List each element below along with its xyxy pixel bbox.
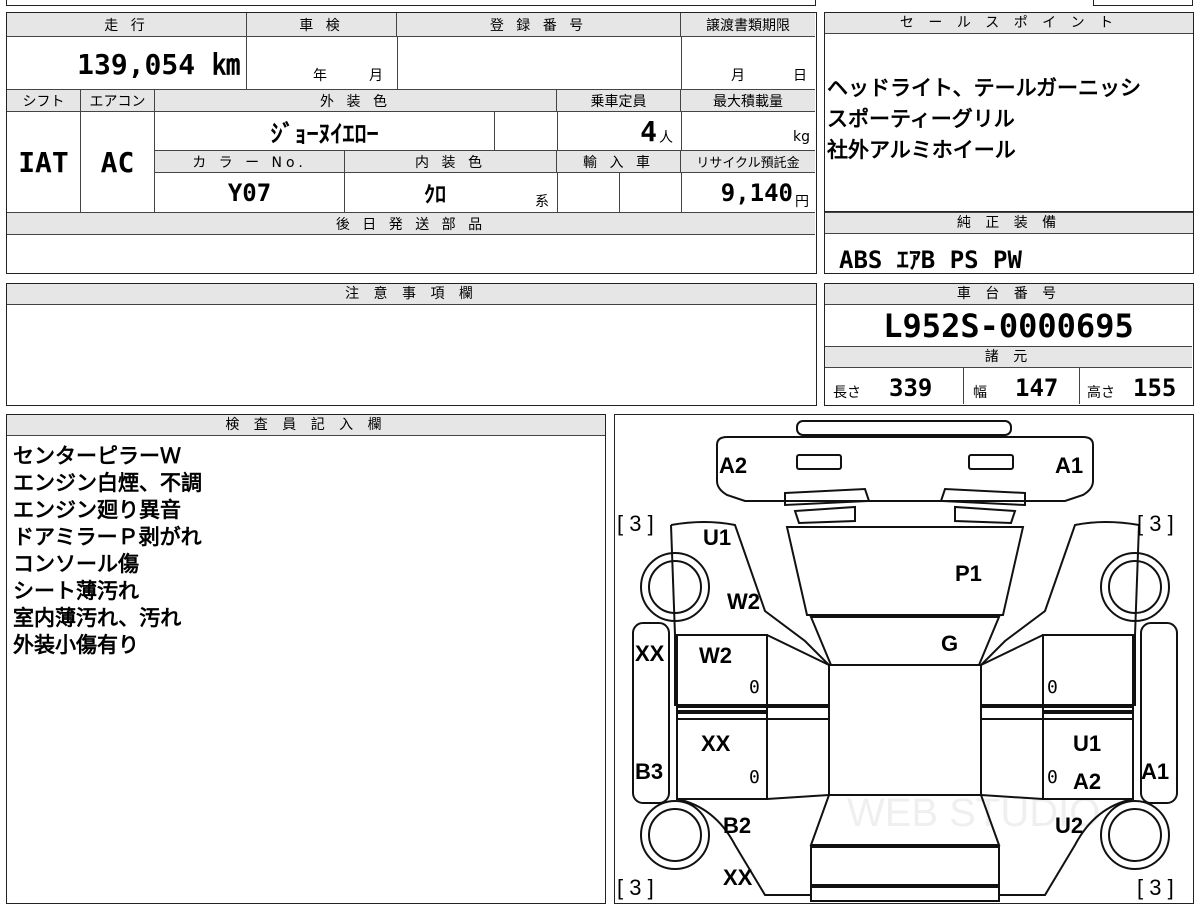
sales-point-list: ヘッドライト、テールガーニッシ スポーティーグリル 社外アルミホイール [827,75,1141,164]
int-color-suffix: 系 [535,194,549,210]
ext-color-value: ｼﾞｮｰﾇｲｴﾛｰ [155,112,495,150]
chassis-header: 車 台 番 号 [825,284,1193,305]
inspector-line: コンソール傷 [13,552,139,576]
damage-label: A1 [1141,759,1170,784]
vehicle-info-grid: 走 行 車 検 登 録 番 号 譲渡書類期限 139,054 ㎞ 年 月 月 日… [6,12,817,274]
length-label: 長さ [833,385,861,401]
inspector-line: エンジン廻り異音 [13,498,181,522]
ac-header: エアコン [81,90,155,112]
sales-point-line: ヘッドライト、テールガーニッシ [827,76,1141,100]
mileage-value: 139,054 ㎞ [7,37,247,89]
load-unit: kg [793,129,810,145]
sales-point-line: スポーティーグリル [827,107,1015,131]
damage-label: XX [635,641,665,666]
equipment-header: 純 正 装 備 [825,212,1193,234]
car-diagram-box: A2 A1 [ 3 ] [ 3 ] U1 P1 W2 G XX W2 XX B3… [614,414,1194,904]
load-header: 最大積載量 [681,90,815,112]
damage-label: U1 [1073,731,1102,756]
inspector-line: 室内薄汚れ、汚れ [13,606,182,630]
recycle-value: 9,140 [720,178,793,207]
later-parts-header: 後 日 発 送 部 品 [7,213,815,235]
damage-label: W2 [727,589,760,614]
inspector-line: センターピラーＷ [13,444,181,468]
height-value: 155 [1133,374,1177,402]
recycle-header: リサイクル預託金 [681,151,815,173]
notes-header: 注 意 事 項 欄 [7,284,816,305]
damage-label: B2 [723,813,752,838]
top-cutoff-strip [6,0,816,6]
inspector-header: 検 査 員 記 入 欄 [7,415,605,436]
chassis-number: L952S-0000695 [883,307,1134,345]
damage-label: P1 [955,561,982,586]
damage-label: [ 3 ] [1137,875,1174,900]
color-no-value: Y07 [155,173,345,212]
inspection-year: 年 [313,68,327,84]
sales-point-header: セ ー ル ス ポ イ ン ト [825,13,1193,34]
door-zero: 0 [1047,677,1058,698]
color-no-header: カ ラ ー No. [155,151,345,173]
import-header: 輸 入 車 [557,151,681,173]
deadline-day: 日 [793,68,807,84]
recycle-unit: 円 [795,194,809,210]
inspector-line: ドアミラーＰ剥がれ [13,525,202,549]
damage-label: XX [723,865,753,890]
inspector-line: 外装小傷有り [13,633,139,657]
mileage-header: 走 行 [7,13,247,37]
int-color-header: 内 装 色 [345,151,557,173]
damage-label: [ 3 ] [1137,511,1174,536]
inspector-line: シート薄汚れ [13,579,139,603]
damage-label: XX [701,731,731,756]
damage-label: W2 [699,643,732,668]
top-cutoff-strip-right [1093,0,1193,6]
door-zero: 0 [749,767,760,788]
deadline-month: 月 [731,68,745,84]
door-zero: 0 [1047,767,1058,788]
sales-point-line: 社外アルミホイール [827,138,1016,162]
ac-value: AC [81,112,155,212]
spec-header: 諸 元 [825,346,1192,368]
width-value: 147 [1015,374,1059,402]
door-zero: 0 [749,677,760,698]
equipment-box: 純 正 装 備 ABS ｴｱB PS PW [824,212,1194,274]
deadline-header: 譲渡書類期限 [681,13,815,37]
height-label: 高さ [1087,385,1115,401]
inspector-list: センターピラーＷ エンジン白煙、不調 エンジン廻り異音 ドアミラーＰ剥がれ コン… [13,443,202,659]
inspection-month: 月 [369,68,383,84]
width-label: 幅 [973,385,987,401]
int-color-value: ｸﾛ [423,182,446,208]
length-value: 339 [889,374,933,402]
shift-header: シフト [7,90,81,112]
damage-label: [ 3 ] [617,875,654,900]
damage-label: U1 [703,525,732,550]
capacity-header: 乗車定員 [557,90,681,112]
shift-value: IAT [7,112,81,212]
inspector-box: 検 査 員 記 入 欄 センターピラーＷ エンジン白煙、不調 エンジン廻り異音 … [6,414,606,904]
watermark: WEB STUDIO [847,791,1101,835]
inspector-line: エンジン白煙、不調 [13,471,202,495]
damage-label: A1 [1055,453,1084,478]
damage-label: [ 3 ] [617,511,654,536]
inspection-header: 車 検 [247,13,397,37]
chassis-box: 車 台 番 号 L952S-0000695 諸 元 長さ 339 幅 147 高… [824,283,1194,406]
damage-label: A2 [719,453,748,478]
equipment-value: ABS ｴｱB PS PW [839,246,1022,274]
notes-box: 注 意 事 項 欄 [6,283,817,406]
registration-header: 登 録 番 号 [397,13,681,37]
sales-point-box: セ ー ル ス ポ イ ン ト ヘッドライト、テールガーニッシ スポーティーグリ… [824,12,1194,212]
capacity-unit: 人 [659,130,673,146]
damage-label: B3 [635,759,664,784]
damage-label: G [941,631,959,656]
ext-color-header: 外 装 色 [155,90,557,112]
capacity-value: 4 [640,114,657,148]
